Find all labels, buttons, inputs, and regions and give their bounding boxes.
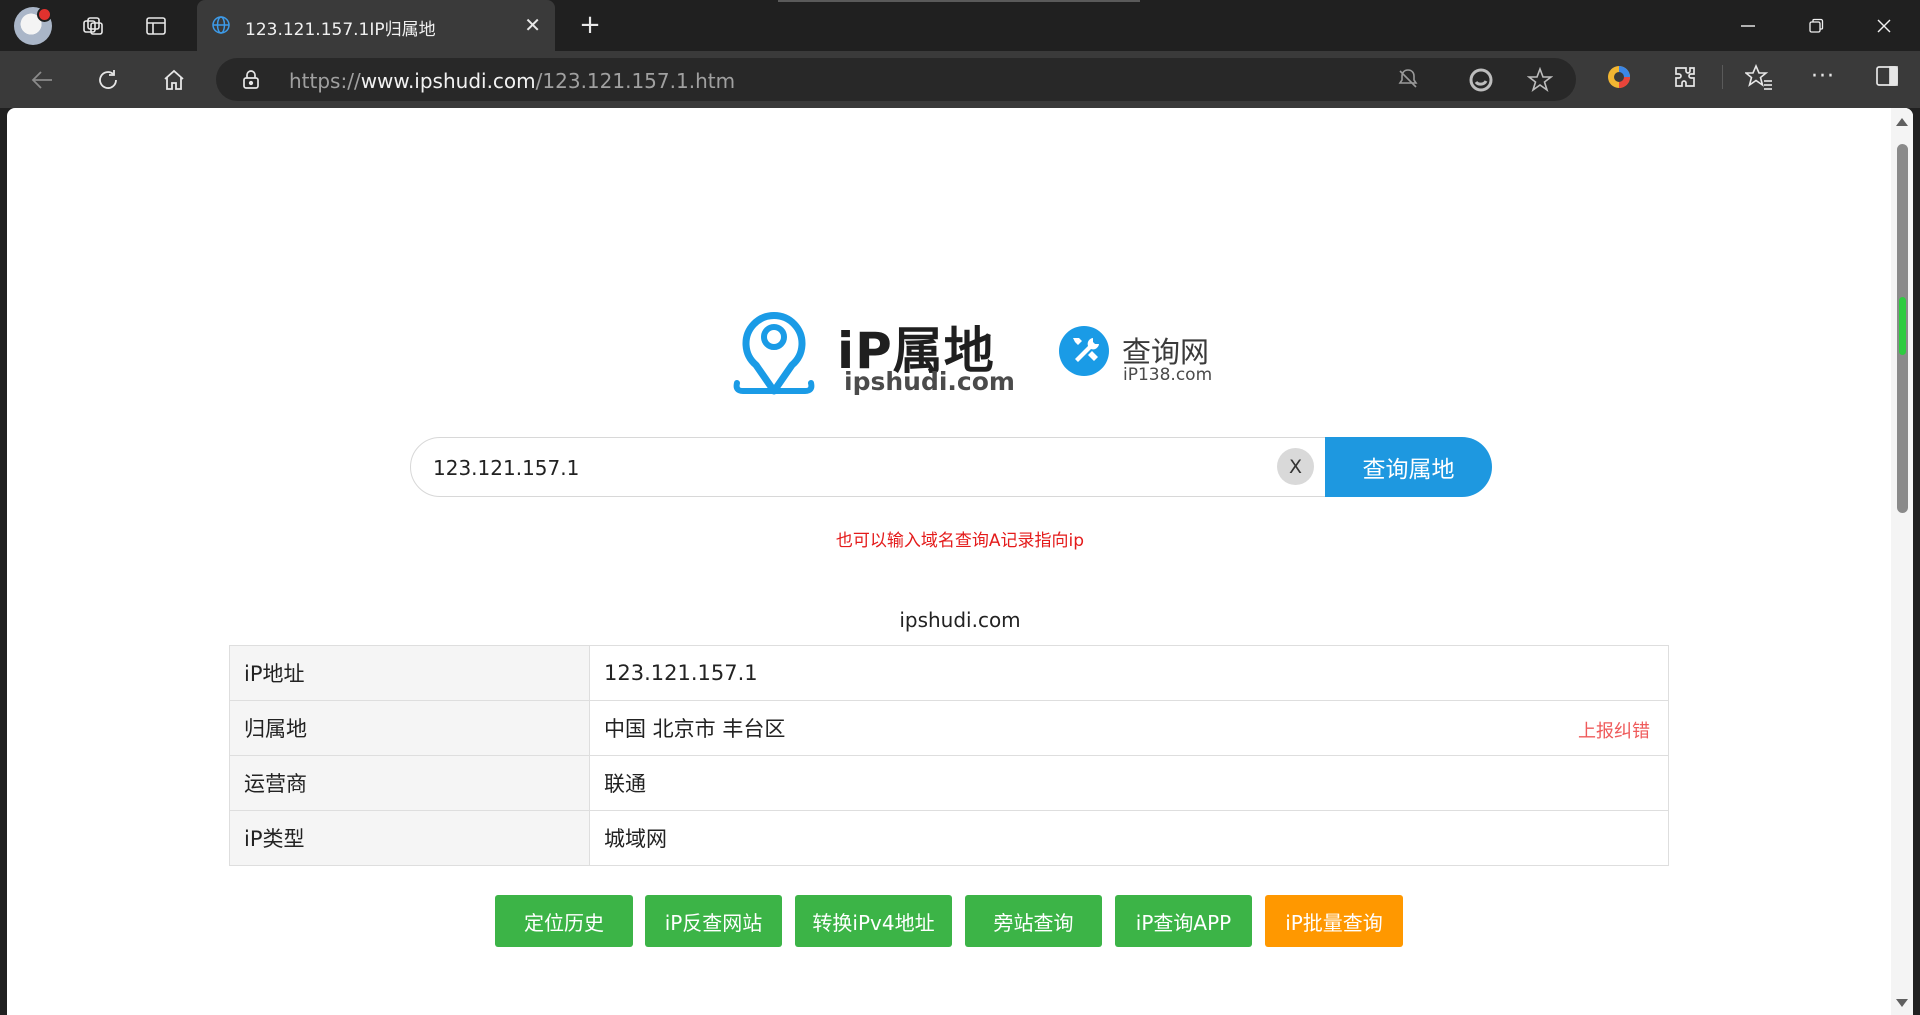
row-label: 运营商 [229,755,590,811]
more-options-icon[interactable]: ··· [1811,64,1835,89]
edge-read-aloud-icon[interactable] [1468,67,1494,97]
row-value: 中国 北京市 丰台区 [604,717,786,741]
clear-input-button[interactable]: X [1277,448,1314,485]
ip-app-button[interactable]: iP查询APP [1115,895,1252,947]
row-label: iP地址 [229,645,590,701]
search-field: X [410,437,1326,497]
table-row: iP地址 123.121.157.1 [229,645,1669,701]
favorites-icon[interactable] [1743,63,1773,94]
search-button[interactable]: 查询属地 [1325,437,1492,497]
restore-button[interactable] [1782,0,1850,51]
ip138-logo[interactable]: 查询网 iP138.com [1057,324,1212,385]
back-button[interactable] [22,61,62,99]
new-tab-button[interactable]: + [572,9,608,43]
refresh-button[interactable] [88,61,128,99]
row-label: 归属地 [229,700,590,756]
row-value: 城域网 [589,810,1669,866]
page-scrollbar[interactable] [1891,108,1913,1015]
search-input[interactable] [431,450,1255,486]
report-error-link[interactable]: 上报纠错 [1578,717,1650,743]
minimize-button[interactable] [1714,0,1782,51]
tab-strip-line [778,0,1140,2]
logo-secondary-domain: iP138.com [1123,365,1213,385]
workspaces-icon[interactable] [73,8,113,44]
search-hint: 也可以输入域名查询A记录指向ip [835,531,1085,551]
row-label: iP类型 [229,810,590,866]
web-page: iP属地 ipshudi.com 查询网 iP138.com X 查询属地 也可… [7,108,1913,1015]
row-value: 联通 [589,755,1669,811]
tab-actions-icon[interactable] [136,8,176,44]
toolbar-divider [1722,65,1723,89]
row-value-cell: 中国 北京市 丰台区 上报纠错 [589,700,1669,756]
convert-ipv4-button[interactable]: 转换iPv4地址 [795,895,952,947]
logo-domain: ipshudi.com [844,367,1015,396]
ipshudi-logo[interactable]: iP属地 ipshudi.com [729,303,1015,402]
batch-query-button[interactable]: iP批量查询 [1265,895,1403,947]
url-text[interactable]: https://www.ipshudi.com/123.121.157.1.ht… [289,69,735,93]
color-extension-icon[interactable] [1606,64,1632,94]
url-scheme: https:// [289,69,361,93]
profile-avatar[interactable] [14,7,52,45]
scroll-up-arrow[interactable] [1896,118,1908,126]
url-domain: www.ipshudi.com [360,69,536,93]
lock-icon[interactable] [242,69,260,94]
location-history-button[interactable]: 定位历史 [495,895,633,947]
table-row: iP类型 城域网 [229,810,1669,866]
scroll-down-arrow[interactable] [1896,999,1908,1007]
tab-close-icon[interactable]: ✕ [524,13,541,37]
favorite-star-icon[interactable] [1526,66,1554,97]
sidebar-toggle-icon[interactable] [1875,65,1899,91]
close-window-button[interactable] [1850,0,1918,51]
url-path: /123.121.157.1.htm [535,69,736,93]
row-value: 123.121.157.1 [589,645,1669,701]
active-tab[interactable]: 123.121.157.1IP归属地 ✕ [197,0,555,51]
tracking-prevention-icon[interactable] [1396,67,1420,95]
table-row: 归属地 中国 北京市 丰台区 上报纠错 [229,700,1669,756]
reverse-ip-button[interactable]: iP反查网站 [645,895,782,947]
table-row: 运营商 联通 [229,755,1669,811]
title-bar: 123.121.157.1IP归属地 ✕ + [0,0,1920,51]
address-bar[interactable]: https://www.ipshudi.com/123.121.157.1.ht… [216,58,1576,101]
extensions-icon[interactable] [1672,64,1698,94]
tools-icon [1059,326,1109,376]
globe-icon [211,15,231,39]
result-site-label: ipshudi.com [899,608,1021,632]
search-form: X 查询属地 [410,437,1492,497]
sibling-site-button[interactable]: 旁站查询 [965,895,1102,947]
scroll-marker [1899,297,1906,355]
browser-toolbar: https://www.ipshudi.com/123.121.157.1.ht… [0,51,1920,108]
ip-info-table: iP地址 123.121.157.1 归属地 中国 北京市 丰台区 上报纠错 运营… [229,645,1669,866]
location-pin-icon [733,312,815,395]
home-button[interactable] [154,61,194,99]
tab-title: 123.121.157.1IP归属地 [245,20,436,40]
notification-dot [37,7,52,22]
